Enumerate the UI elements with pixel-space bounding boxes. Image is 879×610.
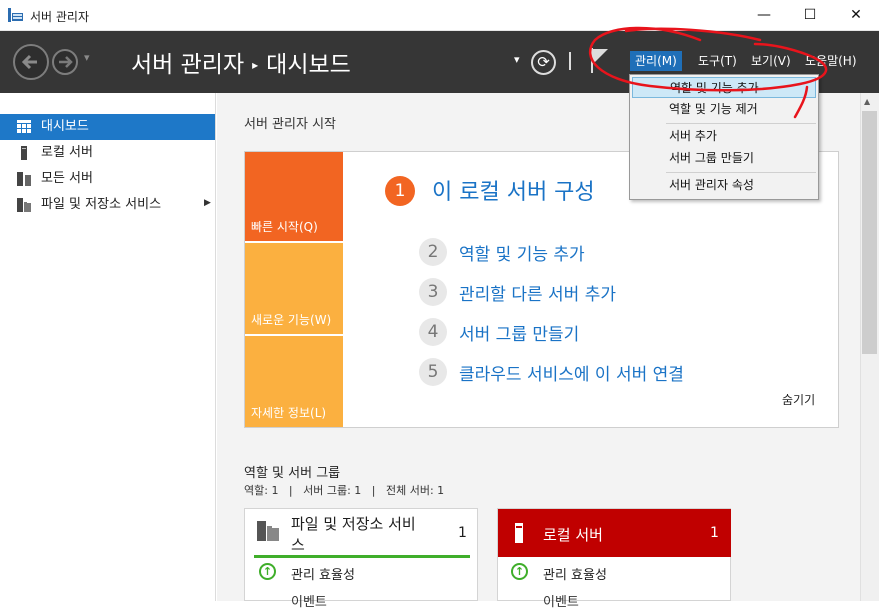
server-icon bbox=[515, 523, 523, 543]
status-ok-icon: ↑ bbox=[511, 563, 528, 580]
card-row-manageability[interactable]: 관리 효율성 bbox=[291, 564, 355, 583]
file-storage-icon bbox=[257, 521, 279, 541]
notifications-dropdown-icon[interactable]: ▾ bbox=[514, 53, 520, 66]
menu-item-add-servers[interactable]: 서버 추가 bbox=[632, 126, 816, 147]
step-number-badge: 2 bbox=[419, 238, 447, 266]
status-bar-green bbox=[254, 555, 470, 558]
breadcrumb: 서버 관리자 ▸ 대시보드 bbox=[131, 45, 351, 79]
step-add-other-servers[interactable]: 관리할 다른 서버 추가 bbox=[459, 280, 616, 305]
breadcrumb-separator-icon: ▸ bbox=[252, 58, 259, 72]
roles-heading: 역할 및 서버 그룹 bbox=[244, 466, 341, 481]
card-count: 1 bbox=[710, 525, 719, 541]
step-create-server-group[interactable]: 서버 그룹 만들기 bbox=[459, 320, 579, 345]
menu-item-add-roles-features[interactable]: 역할 및 기능 추가 bbox=[632, 77, 816, 98]
title-bar: 서버 관리자 — ☐ ✕ bbox=[0, 0, 879, 31]
sidebar-item-label: 모든 서버 bbox=[41, 171, 93, 186]
sidebar-item-label: 대시보드 bbox=[41, 119, 89, 134]
card-title: 로컬 서버 bbox=[543, 526, 603, 544]
step-connect-cloud-services[interactable]: 클라우드 서비스에 이 서버 연결 bbox=[459, 360, 684, 385]
step-number-badge: 5 bbox=[419, 358, 447, 386]
server-manager-app-icon bbox=[8, 8, 23, 22]
menu-view[interactable]: 보기(V) bbox=[746, 51, 796, 71]
tile-label: 빠른 시작(Q) bbox=[251, 220, 318, 234]
card-title: 파일 및 저장소 서비 bbox=[291, 515, 416, 533]
step-configure-local-server[interactable]: 이 로컬 서버 구성 bbox=[432, 174, 595, 206]
minimize-button[interactable]: — bbox=[741, 0, 787, 30]
step-number-badge: 4 bbox=[419, 318, 447, 346]
menu-item-remove-roles-features[interactable]: 역할 및 기능 제거 bbox=[632, 99, 816, 120]
step-add-roles-features[interactable]: 역할 및 기능 추가 bbox=[459, 240, 585, 265]
card-row-manageability[interactable]: 관리 효율성 bbox=[543, 564, 607, 583]
notification-flag-icon[interactable] bbox=[589, 46, 611, 74]
tile-label: 자세한 정보(L) bbox=[251, 406, 327, 420]
step-number-badge: 3 bbox=[419, 278, 447, 306]
window-title: 서버 관리자 bbox=[30, 10, 90, 24]
back-arrow-icon bbox=[21, 54, 37, 70]
roles-counts: 역할: 1 | 서버 그룹: 1 | 전체 서버: 1 bbox=[244, 484, 445, 497]
scrollbar-thumb[interactable] bbox=[862, 111, 877, 354]
welcome-heading: 서버 관리자 시작 bbox=[244, 117, 336, 132]
forward-button[interactable] bbox=[52, 49, 78, 75]
refresh-button[interactable]: ⟳ bbox=[531, 50, 556, 75]
menu-item-server-manager-properties[interactable]: 서버 관리자 속성 bbox=[632, 175, 816, 196]
hide-welcome-link[interactable]: 숨기기 bbox=[782, 391, 815, 408]
sidebar-item-all-servers[interactable]: 모든 서버 bbox=[0, 166, 215, 192]
tile-whats-new[interactable]: 새로운 기능(W) bbox=[245, 243, 343, 334]
expand-arrow-icon[interactable]: ▶ bbox=[204, 198, 211, 208]
forward-arrow-icon bbox=[59, 56, 73, 68]
dashboard-icon bbox=[17, 120, 31, 133]
servers-icon bbox=[17, 172, 31, 186]
card-title-wrap: 스 bbox=[291, 536, 305, 554]
status-ok-icon: ↑ bbox=[259, 563, 276, 580]
step-number-badge: 1 bbox=[385, 176, 415, 206]
breadcrumb-page: 대시보드 bbox=[266, 52, 351, 78]
sidebar-item-label: 로컬 서버 bbox=[41, 145, 93, 160]
history-dropdown-icon[interactable]: ▾ bbox=[84, 51, 90, 64]
sidebar-item-dashboard[interactable]: 대시보드 bbox=[0, 114, 215, 140]
maximize-button[interactable]: ☐ bbox=[787, 0, 833, 30]
tile-quick-start[interactable]: 빠른 시작(Q) bbox=[245, 152, 343, 241]
file-storage-icon bbox=[17, 198, 31, 212]
close-button[interactable]: ✕ bbox=[833, 0, 879, 30]
sidebar: 대시보드 로컬 서버 모든 서버 파일 및 저장소 서비스 ▶ bbox=[0, 93, 216, 601]
breadcrumb-app[interactable]: 서버 관리자 bbox=[131, 52, 244, 78]
menu-item-create-server-group[interactable]: 서버 그룹 만들기 bbox=[632, 148, 816, 169]
menu-separator bbox=[666, 123, 816, 124]
menu-manage[interactable]: 관리(M) bbox=[630, 51, 682, 71]
server-icon bbox=[21, 146, 27, 160]
tile-label: 새로운 기능(W) bbox=[251, 313, 332, 327]
sidebar-item-local-server[interactable]: 로컬 서버 bbox=[0, 140, 215, 166]
sidebar-item-label: 파일 및 저장소 서비스 bbox=[41, 197, 162, 212]
manage-menu-dropdown: 역할 및 기능 추가 역할 및 기능 제거 서버 추가 서버 그룹 만들기 서버… bbox=[629, 74, 819, 200]
tile-learn-more[interactable]: 자세한 정보(L) bbox=[245, 336, 343, 427]
back-button[interactable] bbox=[13, 44, 49, 80]
sidebar-item-file-storage[interactable]: 파일 및 저장소 서비스 bbox=[0, 192, 215, 218]
menu-help[interactable]: 도움말(H) bbox=[800, 51, 862, 71]
menu-tools[interactable]: 도구(T) bbox=[693, 51, 742, 71]
menu-separator bbox=[666, 172, 816, 173]
refresh-icon: ⟳ bbox=[537, 53, 550, 71]
card-header-red bbox=[498, 509, 731, 557]
scroll-up-arrow-icon[interactable]: ▲ bbox=[864, 97, 870, 106]
header-divider bbox=[569, 52, 571, 70]
card-count: 1 bbox=[458, 525, 467, 541]
